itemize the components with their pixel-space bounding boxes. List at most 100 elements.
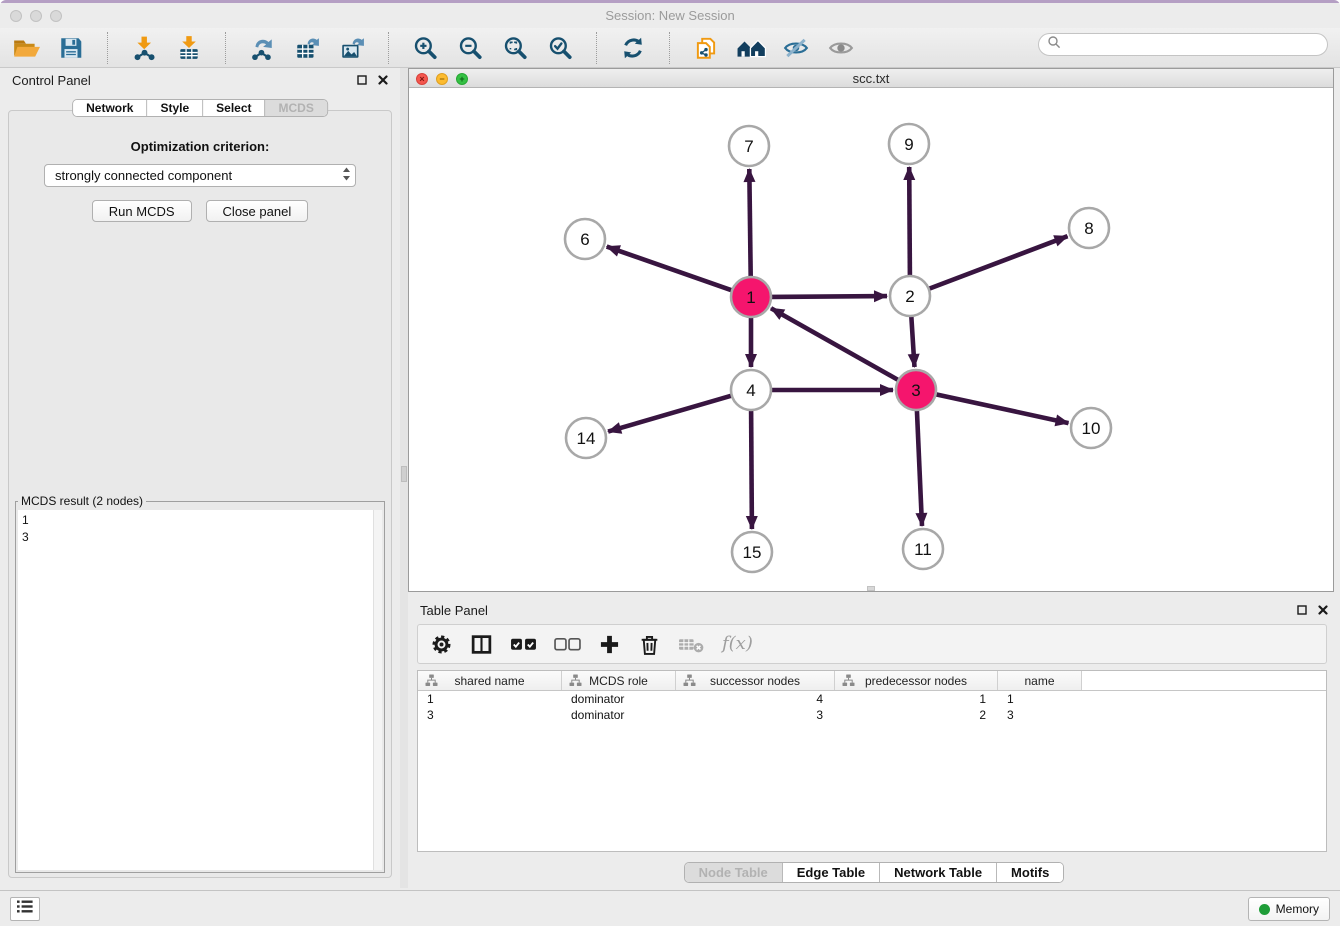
table-cell[interactable]: 2	[835, 707, 998, 723]
mcds-result-box: 1 3	[18, 510, 382, 870]
node-2[interactable]: 2	[890, 276, 930, 316]
control-panel: Control Panel NetworkStyleSelectMCDS Opt…	[0, 68, 400, 888]
memory-label: Memory	[1276, 902, 1319, 916]
network-window-titlebar: × − + scc.txt	[409, 69, 1333, 88]
table-tabs-bar: Node TableEdge TableNetwork TableMotifs	[408, 862, 1340, 883]
edge-1-6[interactable]	[607, 247, 732, 291]
delete-column-icon[interactable]	[638, 632, 661, 656]
edge-4-14[interactable]	[608, 396, 732, 432]
node-7[interactable]: 7	[729, 126, 769, 166]
split-panel-icon[interactable]	[470, 632, 493, 656]
column-header-successor-nodes[interactable]: successor nodes	[676, 671, 835, 690]
import-table-icon[interactable]	[171, 31, 207, 65]
node-3[interactable]: 3	[896, 370, 936, 410]
save-session-icon[interactable]	[53, 31, 89, 65]
show-all-icon[interactable]	[823, 31, 859, 65]
edge-2-3[interactable]	[911, 316, 914, 367]
clone-network-icon[interactable]	[688, 31, 724, 65]
zoom-fit-icon[interactable]	[497, 31, 533, 65]
float-table-panel-icon[interactable]	[1297, 605, 1307, 615]
edge-2-8[interactable]	[929, 236, 1068, 289]
toolbar-separator	[669, 32, 670, 64]
node-label: 11	[914, 540, 932, 559]
table-cell[interactable]: 3	[676, 707, 835, 723]
edge-1-2[interactable]	[771, 296, 887, 297]
node-label: 6	[580, 230, 589, 249]
tab-select[interactable]: Select	[202, 100, 264, 116]
control-panel-title: Control Panel	[12, 73, 91, 88]
open-session-icon[interactable]	[8, 31, 44, 65]
node-9[interactable]: 9	[889, 124, 929, 164]
export-table-icon[interactable]	[289, 31, 325, 65]
zoom-selected-icon[interactable]	[542, 31, 578, 65]
column-header-mcds-role[interactable]: MCDS role	[562, 671, 676, 690]
table-cell[interactable]: 1	[835, 691, 998, 707]
column-label: MCDS role	[562, 674, 675, 688]
node-10[interactable]: 10	[1071, 408, 1111, 448]
task-history-button[interactable]	[10, 897, 40, 921]
run-mcds-button[interactable]: Run MCDS	[92, 200, 192, 222]
search-box[interactable]	[1038, 33, 1328, 56]
vertical-splitter-grip[interactable]	[401, 466, 407, 482]
export-network-icon[interactable]	[244, 31, 280, 65]
close-table-panel-icon[interactable]	[1318, 605, 1328, 615]
table-cell[interactable]: 1	[418, 691, 562, 707]
tab-motifs[interactable]: Motifs	[996, 863, 1063, 882]
table-cell[interactable]: 1	[998, 691, 1082, 707]
edge-3-10[interactable]	[936, 394, 1069, 423]
zoom-in-icon[interactable]	[407, 31, 443, 65]
network-canvas[interactable]: 1 2 3 4 6 7 8 9 10 11 14 15	[409, 88, 1333, 591]
table-cell[interactable]: 3	[998, 707, 1082, 723]
vertical-splitter[interactable]	[400, 68, 408, 888]
node-4[interactable]: 4	[731, 370, 771, 410]
toolbar-separator	[107, 32, 108, 64]
edge-2-9[interactable]	[909, 167, 910, 276]
table-cell[interactable]: 4	[676, 691, 835, 707]
add-column-icon[interactable]	[598, 632, 621, 656]
criterion-dropdown[interactable]: strongly connected component	[44, 164, 356, 187]
float-panel-icon[interactable]	[357, 75, 367, 85]
tab-network[interactable]: Network	[73, 100, 146, 116]
memory-button[interactable]: Memory	[1248, 897, 1330, 921]
table-settings-icon[interactable]	[430, 632, 453, 656]
zoom-out-icon[interactable]	[452, 31, 488, 65]
tab-style[interactable]: Style	[146, 100, 202, 116]
table-cell[interactable]: dominator	[562, 691, 676, 707]
column-header-shared-name[interactable]: shared name	[418, 671, 562, 690]
node-14[interactable]: 14	[566, 418, 606, 458]
tab-edge-table[interactable]: Edge Table	[782, 863, 879, 882]
mcds-result-scrollbar[interactable]	[373, 510, 382, 870]
search-input[interactable]	[1066, 34, 1327, 55]
network-window-resize-grip[interactable]	[867, 586, 875, 591]
export-image-icon[interactable]	[334, 31, 370, 65]
edge-3-1[interactable]	[771, 308, 899, 380]
close-panel-icon[interactable]	[378, 75, 388, 85]
close-panel-button[interactable]: Close panel	[206, 200, 309, 222]
mcds-result-text[interactable]: 1 3	[18, 510, 372, 870]
tab-mcds[interactable]: MCDS	[265, 100, 327, 116]
table-row[interactable]: 1dominator411	[418, 691, 1326, 707]
node-6[interactable]: 6	[565, 219, 605, 259]
column-header-name[interactable]: name	[998, 671, 1082, 690]
tab-network-table[interactable]: Network Table	[879, 863, 996, 882]
table-cell[interactable]: dominator	[562, 707, 676, 723]
edge-1-7[interactable]	[749, 169, 750, 277]
table-tabs: Node TableEdge TableNetwork TableMotifs	[684, 862, 1065, 883]
node-11[interactable]: 11	[903, 529, 943, 569]
node-1[interactable]: 1	[731, 277, 771, 317]
select-all-icon[interactable]	[510, 632, 537, 656]
tab-node-table[interactable]: Node Table	[685, 863, 782, 882]
column-header-predecessor-nodes[interactable]: predecessor nodes	[835, 671, 998, 690]
import-network-icon[interactable]	[126, 31, 162, 65]
node-15[interactable]: 15	[732, 532, 772, 572]
deselect-all-icon[interactable]	[554, 632, 581, 656]
first-neighbors-icon[interactable]	[733, 31, 769, 65]
node-label: 10	[1082, 419, 1101, 438]
hide-selected-icon[interactable]	[778, 31, 814, 65]
edge-4-15[interactable]	[751, 410, 752, 529]
refresh-layout-icon[interactable]	[615, 31, 651, 65]
table-cell[interactable]: 3	[418, 707, 562, 723]
table-row[interactable]: 3dominator323	[418, 707, 1326, 723]
node-8[interactable]: 8	[1069, 208, 1109, 248]
edge-3-11[interactable]	[917, 410, 922, 526]
